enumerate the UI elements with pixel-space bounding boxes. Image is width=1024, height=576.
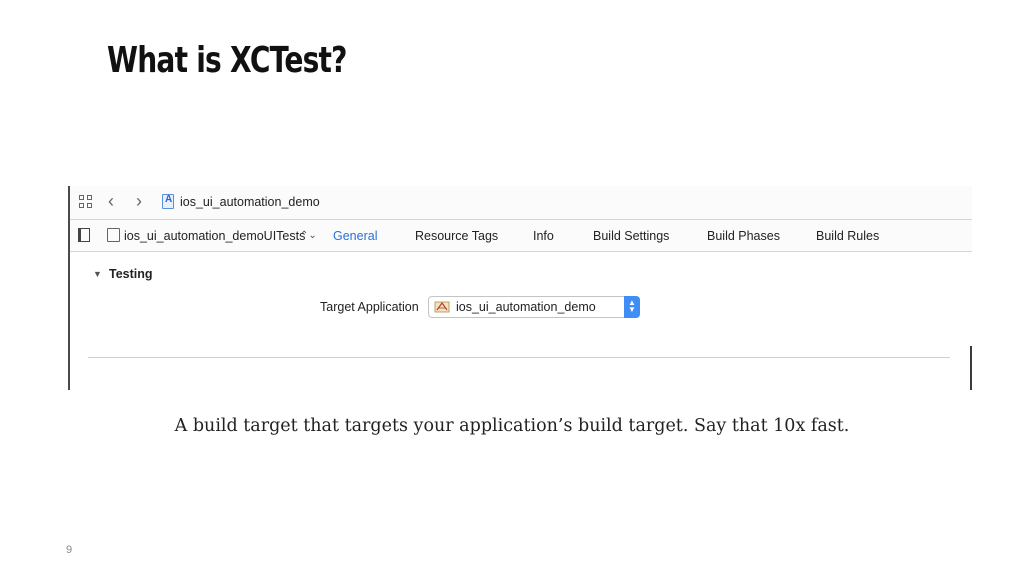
chevron-left-icon[interactable]: ‹ [108, 192, 114, 210]
target-selector[interactable]: ios_ui_automation_demoUITests [124, 229, 305, 243]
grid-icon[interactable] [79, 195, 93, 209]
slide-title: What is XCTest? [107, 40, 347, 81]
jump-bar: ‹ › ios_ui_automation_demo [70, 186, 972, 220]
tab-build-settings[interactable]: Build Settings [593, 229, 669, 243]
target-application-label: Target Application [320, 300, 419, 314]
disclosure-triangle-icon[interactable]: ▼ [93, 269, 102, 279]
page-number: 9 [66, 544, 73, 556]
tab-info[interactable]: Info [533, 229, 554, 243]
target-stepper-icon[interactable]: ⌃⌄ [300, 230, 317, 241]
chevron-right-icon[interactable]: › [136, 192, 142, 210]
target-application-value: ios_ui_automation_demo [456, 300, 596, 314]
popup-stepper-icon[interactable]: ▲ ▼ [624, 296, 640, 318]
xcode-project-editor: ‹ › ios_ui_automation_demo ios_ui_automa… [68, 186, 972, 390]
tab-general[interactable]: General [333, 229, 377, 243]
tab-build-rules[interactable]: Build Rules [816, 229, 879, 243]
app-icon [434, 301, 450, 313]
slide-caption: A build target that targets your applica… [174, 416, 850, 436]
breadcrumb-project[interactable]: ios_ui_automation_demo [180, 195, 320, 209]
section-header-testing[interactable]: Testing [109, 267, 153, 281]
folder-icon [107, 228, 120, 242]
section-divider [88, 357, 950, 358]
target-application-popup[interactable]: ios_ui_automation_demo ▲ ▼ [428, 296, 640, 318]
editor-tab-bar: ios_ui_automation_demoUITests ⌃⌄ General… [70, 220, 972, 252]
right-edge-bottom [970, 346, 972, 390]
tab-build-phases[interactable]: Build Phases [707, 229, 780, 243]
sidebar-toggle-icon[interactable] [78, 228, 90, 242]
tab-resource-tags[interactable]: Resource Tags [415, 229, 498, 243]
project-file-icon [162, 194, 174, 209]
